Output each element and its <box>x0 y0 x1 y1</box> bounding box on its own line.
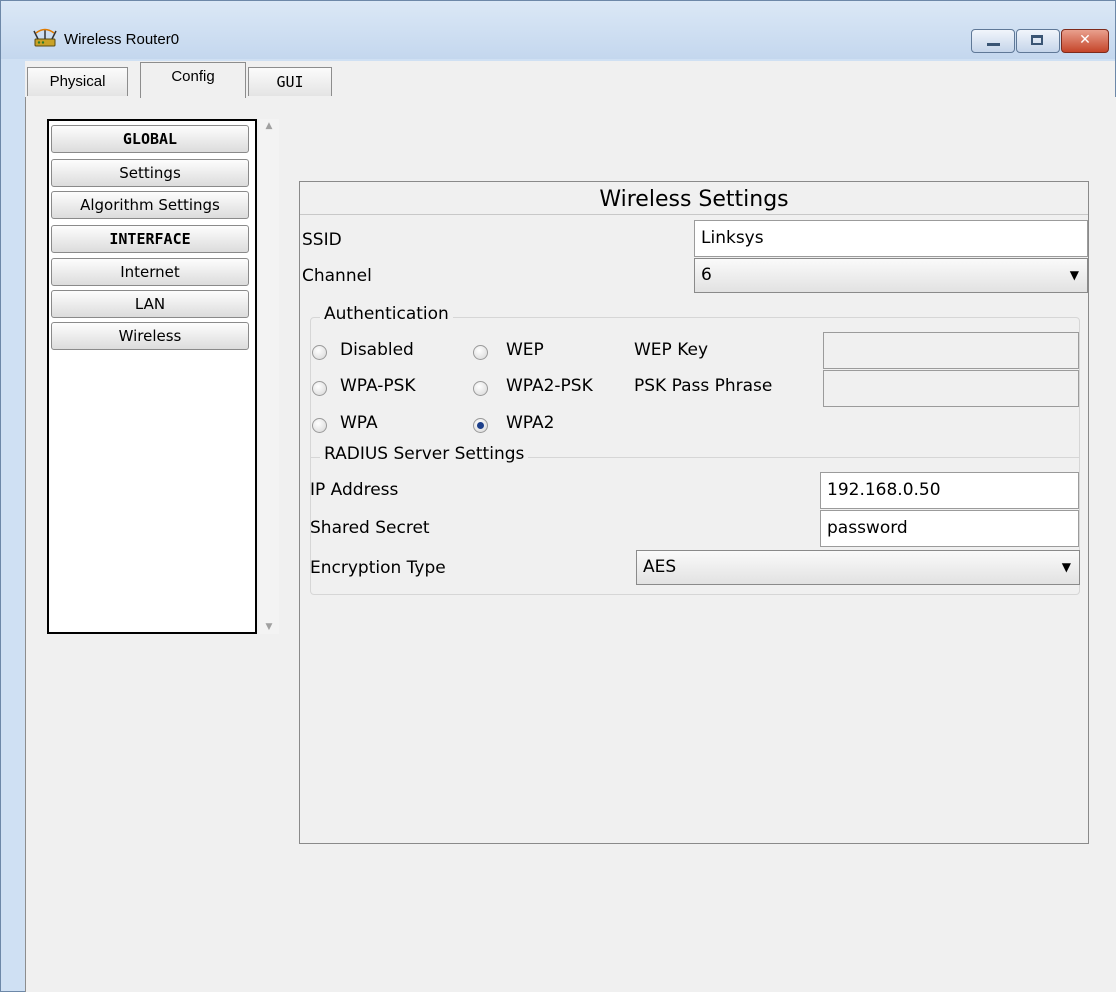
psk-pass-phrase-input[interactable] <box>823 370 1079 407</box>
tab-physical[interactable]: Physical <box>27 67 128 96</box>
minimize-icon <box>987 43 1000 46</box>
channel-select[interactable]: 6 ▼ <box>694 258 1088 293</box>
nav-interface-header[interactable]: INTERFACE <box>51 225 249 253</box>
psk-pass-phrase-label: PSK Pass Phrase <box>634 376 773 396</box>
ip-address-label: IP Address <box>310 480 399 500</box>
close-button[interactable]: ✕ <box>1061 29 1109 53</box>
ssid-label: SSID <box>302 230 342 250</box>
wep-key-input[interactable] <box>823 332 1079 369</box>
window-title: Wireless Router0 <box>64 31 180 48</box>
nav-scrollbar[interactable]: ▲ ▼ <box>259 119 279 634</box>
authentication-legend: Authentication <box>320 304 453 324</box>
minimize-button[interactable] <box>971 29 1015 53</box>
tab-config[interactable]: Config <box>140 62 246 98</box>
wireless-settings-panel: Wireless Settings SSID Linksys Channel 6… <box>299 181 1089 844</box>
radio-wpa2-psk[interactable] <box>473 381 488 396</box>
window-controls: ✕ <box>970 29 1109 55</box>
radius-legend: RADIUS Server Settings <box>320 444 529 464</box>
router-app-icon <box>33 28 57 47</box>
nav-item-settings[interactable]: Settings <box>51 159 249 187</box>
nav-item-lan[interactable]: LAN <box>51 290 249 318</box>
encryption-type-label: Encryption Type <box>310 558 446 578</box>
encryption-type-select[interactable]: AES ▼ <box>636 550 1080 585</box>
radio-wpa2-psk-label: WPA2-PSK <box>506 376 593 396</box>
radio-disabled-label: Disabled <box>340 340 414 360</box>
channel-label: Channel <box>302 266 372 286</box>
radio-wpa2-label: WPA2 <box>506 413 555 433</box>
radio-wpa-label: WPA <box>340 413 378 433</box>
ssid-input[interactable]: Linksys <box>694 220 1088 257</box>
wep-key-label: WEP Key <box>634 340 709 360</box>
title-bar[interactable]: Wireless Router0 ✕ <box>1 1 1115 59</box>
radio-wep[interactable] <box>473 345 488 360</box>
encryption-type-value: AES <box>643 557 677 577</box>
nav-item-internet[interactable]: Internet <box>51 258 249 286</box>
tab-strip: Physical Config GUI <box>25 61 1115 98</box>
close-icon: ✕ <box>1079 32 1091 48</box>
tab-gui[interactable]: GUI <box>248 67 332 96</box>
router-window: Wireless Router0 ✕ Physical Config GUI G… <box>0 0 1116 992</box>
nav-global-header[interactable]: GLOBAL <box>51 125 249 153</box>
chevron-down-icon: ▼ <box>1069 268 1079 282</box>
maximize-icon <box>1031 35 1043 45</box>
shared-secret-input[interactable]: password <box>820 510 1079 547</box>
radio-wpa2[interactable] <box>473 418 488 433</box>
radio-wpa-psk[interactable] <box>312 381 327 396</box>
scroll-down-icon[interactable]: ▼ <box>259 622 279 632</box>
config-nav-list: GLOBAL Settings Algorithm Settings INTER… <box>47 119 257 634</box>
radio-disabled[interactable] <box>312 345 327 360</box>
chevron-down-icon: ▼ <box>1061 560 1071 574</box>
scroll-up-icon[interactable]: ▲ <box>259 121 279 131</box>
shared-secret-label: Shared Secret <box>310 518 430 538</box>
title-divider <box>300 214 1088 215</box>
nav-item-algorithm-settings[interactable]: Algorithm Settings <box>51 191 249 219</box>
panel-title: Wireless Settings <box>599 187 789 212</box>
radio-wpa[interactable] <box>312 418 327 433</box>
radio-wep-label: WEP <box>506 340 544 360</box>
nav-item-wireless[interactable]: Wireless <box>51 322 249 350</box>
radio-wpa-psk-label: WPA-PSK <box>340 376 416 396</box>
ip-address-input[interactable]: 192.168.0.50 <box>820 472 1079 509</box>
maximize-button[interactable] <box>1016 29 1060 53</box>
channel-value: 6 <box>701 265 712 285</box>
